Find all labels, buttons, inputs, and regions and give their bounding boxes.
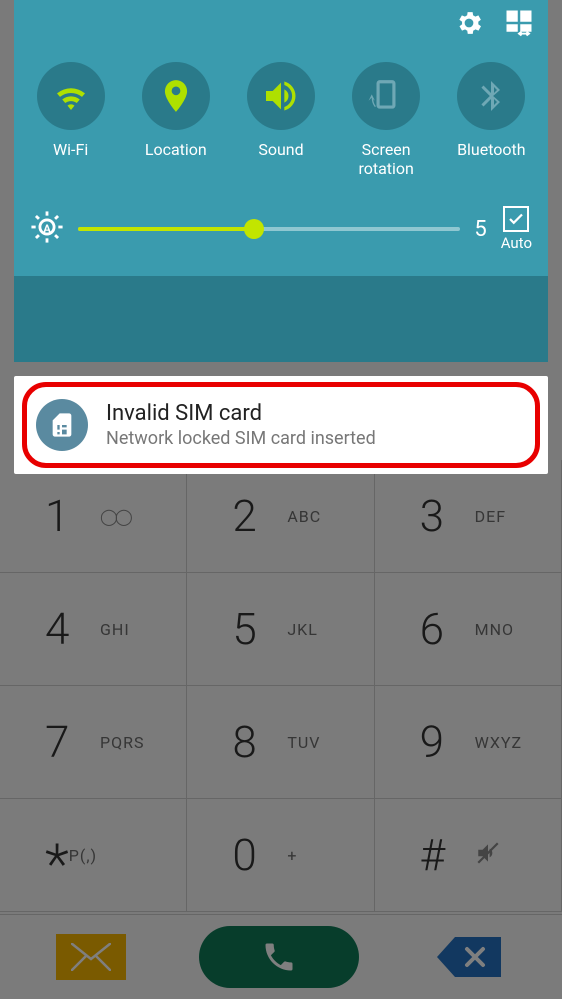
- sim-card-icon: [36, 399, 88, 451]
- qs-lower-panel: [14, 276, 548, 362]
- notification-subtitle: Network locked SIM card inserted: [106, 428, 376, 449]
- auto-brightness-toggle[interactable]: Auto: [501, 206, 532, 252]
- notification-texts: Invalid SIM card Network locked SIM card…: [106, 401, 376, 449]
- brightness-value: 5: [474, 217, 486, 242]
- sound-icon: [247, 62, 315, 130]
- svg-text:A: A: [43, 222, 51, 236]
- notification-title: Invalid SIM card: [106, 401, 376, 426]
- toggle-label: Bluetooth: [457, 140, 526, 159]
- toggle-wifi[interactable]: Wi-Fi: [21, 62, 121, 178]
- quick-settings-panel: Wi-Fi Location Sound Screen rotation Blu…: [14, 0, 548, 362]
- toggle-screen-rotation[interactable]: Screen rotation: [336, 62, 436, 178]
- toggle-location[interactable]: Location: [126, 62, 226, 178]
- qs-header: [14, 0, 548, 50]
- notification-card[interactable]: Invalid SIM card Network locked SIM card…: [14, 376, 548, 474]
- auto-brightness-icon: A: [30, 210, 64, 248]
- checkbox-icon: [503, 206, 529, 232]
- settings-icon[interactable]: [454, 8, 484, 42]
- toggle-label: Location: [145, 140, 207, 159]
- wifi-icon: [37, 62, 105, 130]
- toggle-label: Sound: [258, 140, 303, 159]
- brightness-slider[interactable]: [78, 227, 460, 231]
- toggle-label: Wi-Fi: [53, 140, 88, 159]
- qs-toggle-row: Wi-Fi Location Sound Screen rotation Blu…: [14, 50, 548, 186]
- toggle-label: Screen rotation: [358, 140, 413, 178]
- toggle-sound[interactable]: Sound: [231, 62, 331, 178]
- screen-rotation-icon: [352, 62, 420, 130]
- layout-grid-icon[interactable]: [504, 8, 534, 42]
- slider-fill: [78, 227, 254, 231]
- toggle-bluetooth[interactable]: Bluetooth: [441, 62, 541, 178]
- slider-thumb[interactable]: [244, 219, 264, 239]
- brightness-row: A 5 Auto: [14, 186, 548, 276]
- bluetooth-icon: [457, 62, 525, 130]
- location-icon: [142, 62, 210, 130]
- auto-label: Auto: [501, 234, 532, 252]
